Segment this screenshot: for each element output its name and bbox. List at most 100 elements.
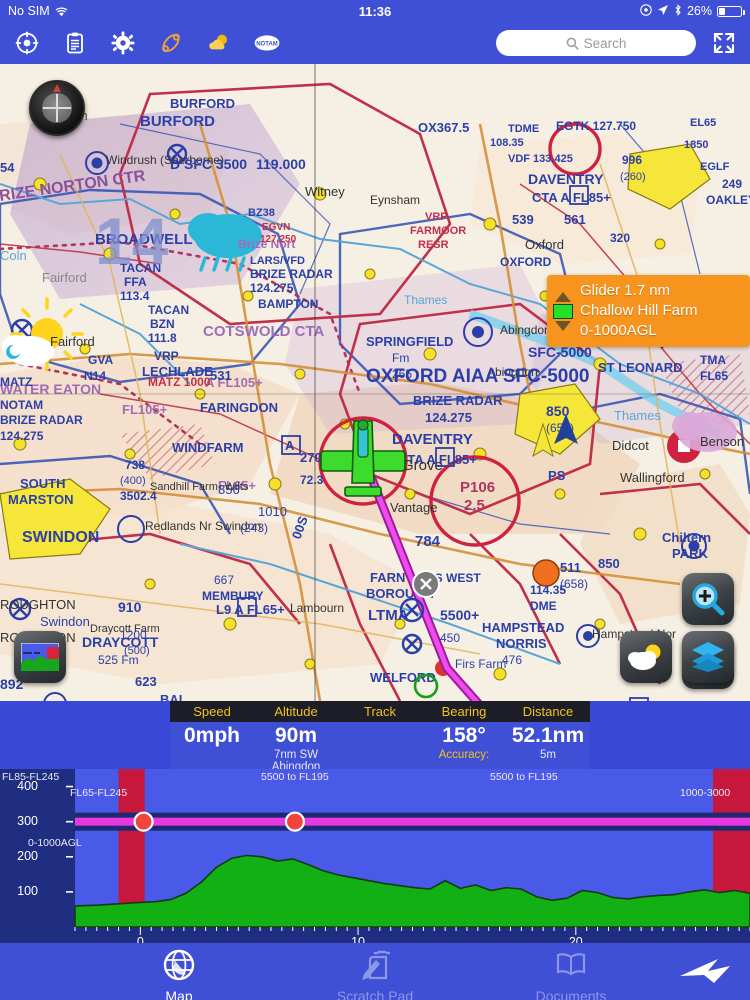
svg-text:PS: PS <box>548 468 566 483</box>
tab-label-documents: Documents <box>535 988 607 1000</box>
svg-text:108.35: 108.35 <box>490 137 524 149</box>
waypoint-start[interactable] <box>133 811 154 832</box>
weather-overlay-button[interactable] <box>620 631 672 683</box>
svg-text:OAKLEY: OAKLEY <box>706 193 750 207</box>
svg-text:L9 A FL65+: L9 A FL65+ <box>216 602 285 617</box>
svg-text:265: 265 <box>392 367 412 381</box>
search-input[interactable]: Search <box>496 30 696 56</box>
svg-text:COTSWOLD CTA: COTSWOLD CTA <box>203 323 325 340</box>
traffic-color-swatch <box>553 303 573 319</box>
y-axis-label: 400 <box>17 778 38 793</box>
expand-fullscreen-icon[interactable] <box>712 31 736 55</box>
svg-text:1200: 1200 <box>120 628 147 642</box>
tab-documents[interactable]: Documents <box>511 948 631 1000</box>
weather-sun-cloud-icon <box>628 644 661 670</box>
tab-list: Map Scratch Pad Documents <box>0 943 750 1000</box>
svg-text:ST LEONARD: ST LEONARD <box>598 360 683 375</box>
toolbar-icon-group: NOTAM <box>14 30 280 56</box>
flight-data-headers: Speed Altitude Track Bearing Distance <box>170 701 590 722</box>
svg-text:Swindon: Swindon <box>40 614 90 629</box>
location-arrow-icon <box>657 4 669 19</box>
svg-text:127.250: 127.250 <box>260 234 297 245</box>
magnifier-plus-icon <box>692 583 725 616</box>
svg-text:HAMPSTEAD: HAMPSTEAD <box>482 620 564 635</box>
svg-text:FARN: FARN <box>370 570 405 585</box>
svg-text:Fairford: Fairford <box>42 270 87 285</box>
svg-text:14: 14 <box>95 204 169 278</box>
airspace-label: 5500 to FL195 <box>490 771 558 783</box>
svg-text:910: 910 <box>118 599 142 615</box>
data-header-track: Track <box>363 704 397 719</box>
svg-text:EGLF: EGLF <box>700 161 730 173</box>
svg-text:FL65: FL65 <box>700 369 728 383</box>
battery-percent-label: 26% <box>686 4 712 18</box>
svg-text:72.3: 72.3 <box>300 473 324 487</box>
data-cell-speed: 0mph <box>170 722 254 769</box>
aeronautical-map[interactable]: ortheath BURFORD BROADWELL RIZE NORTON C… <box>0 64 750 701</box>
bird-logo-icon <box>680 959 730 983</box>
svg-text:(243): (243) <box>240 521 268 535</box>
svg-text:BAMPTON: BAMPTON <box>258 297 318 311</box>
route-planner-icon[interactable] <box>158 30 184 56</box>
navigate-target-icon[interactable] <box>14 30 40 56</box>
accuracy-value: 5m <box>540 749 556 761</box>
compass-crosshair-vertical <box>56 94 58 122</box>
svg-text:850: 850 <box>546 403 570 419</box>
compass-rose[interactable] <box>29 80 85 136</box>
data-header-speed: Speed <box>193 704 231 719</box>
svg-text:TDME: TDME <box>508 123 539 135</box>
svg-text:BURFORD: BURFORD <box>170 96 235 111</box>
traffic-alert-panel[interactable]: Glider 1.7 nm Challow Hill Farm 0-1000AG… <box>547 275 750 347</box>
notam-icon[interactable]: NOTAM <box>254 30 280 56</box>
svg-text:TACAN: TACAN <box>148 303 189 317</box>
traffic-alert-location: Challow Hill Farm <box>580 302 698 320</box>
zoom-in-button[interactable] <box>682 573 734 625</box>
svg-text:2.5: 2.5 <box>464 497 485 514</box>
svg-text:Vantage: Vantage <box>390 500 437 515</box>
svg-text:NOTAM: NOTAM <box>0 398 43 412</box>
svg-text:VDF 133.425: VDF 133.425 <box>508 153 573 165</box>
accuracy-label: Accuracy: <box>438 749 490 761</box>
waypoint-2[interactable] <box>284 811 306 832</box>
rotation-lock-icon <box>640 3 652 19</box>
svg-text:BRIZE RADAR: BRIZE RADAR <box>0 413 83 427</box>
svg-text:NOTAM: NOTAM <box>256 42 278 48</box>
svg-text:BRIZE RADAR: BRIZE RADAR <box>250 267 333 281</box>
svg-text:Abingdon: Abingdon <box>500 323 551 337</box>
svg-text:BRIZE RADAR: BRIZE RADAR <box>413 393 503 408</box>
svg-text:WINDFARM: WINDFARM <box>172 440 244 455</box>
tab-map[interactable]: Map <box>119 948 239 1000</box>
flight-plan-clipboard-icon[interactable] <box>62 30 88 56</box>
terrain-profile-icon <box>21 643 59 671</box>
svg-text:113.4: 113.4 <box>120 289 150 303</box>
app-toolbar: NOTAM Search <box>0 22 750 64</box>
terrain-profile-button[interactable] <box>14 631 66 683</box>
svg-text:TMA: TMA <box>700 353 726 367</box>
settings-gear-icon[interactable] <box>110 30 136 56</box>
data-header-bearing: Bearing <box>441 704 487 719</box>
terrain-airspace-profile-chart[interactable]: FL85-FL245 FL65-FL245 5500 to FL195 5500 to… <box>0 769 750 943</box>
y-axis-label: 300 <box>17 813 38 828</box>
svg-text:(260): (260) <box>620 171 646 183</box>
map-layers-button[interactable] <box>682 631 734 683</box>
svg-text:A: A <box>285 438 295 453</box>
svg-text:Chiltern: Chiltern <box>662 530 711 545</box>
svg-text:PARK: PARK <box>672 546 708 561</box>
weather-sun-cloud-icon[interactable] <box>206 30 232 56</box>
svg-text:Thames: Thames <box>404 293 447 307</box>
tab-scratch-pad[interactable]: Scratch Pad <box>315 948 435 1000</box>
svg-text:1010: 1010 <box>258 504 287 519</box>
compass-north-marker <box>53 84 61 92</box>
battery-icon <box>717 5 745 17</box>
svg-text:738: 738 <box>125 458 145 472</box>
svg-text:EGTK 127.750: EGTK 127.750 <box>556 119 636 133</box>
airspace-label: 5500 to FL195 <box>261 771 329 783</box>
svg-text:MATZ: MATZ <box>0 375 32 389</box>
svg-text:NORRIS: NORRIS <box>496 636 547 651</box>
svg-text:SPRINGFIELD: SPRINGFIELD <box>366 334 453 349</box>
svg-text:124.275: 124.275 <box>250 281 294 295</box>
map-chart-canvas: ortheath BURFORD BROADWELL RIZE NORTON C… <box>0 64 750 701</box>
svg-text:EGVN: EGVN <box>262 222 290 233</box>
route-altitude-line <box>75 817 750 826</box>
svg-text:476: 476 <box>502 653 522 667</box>
